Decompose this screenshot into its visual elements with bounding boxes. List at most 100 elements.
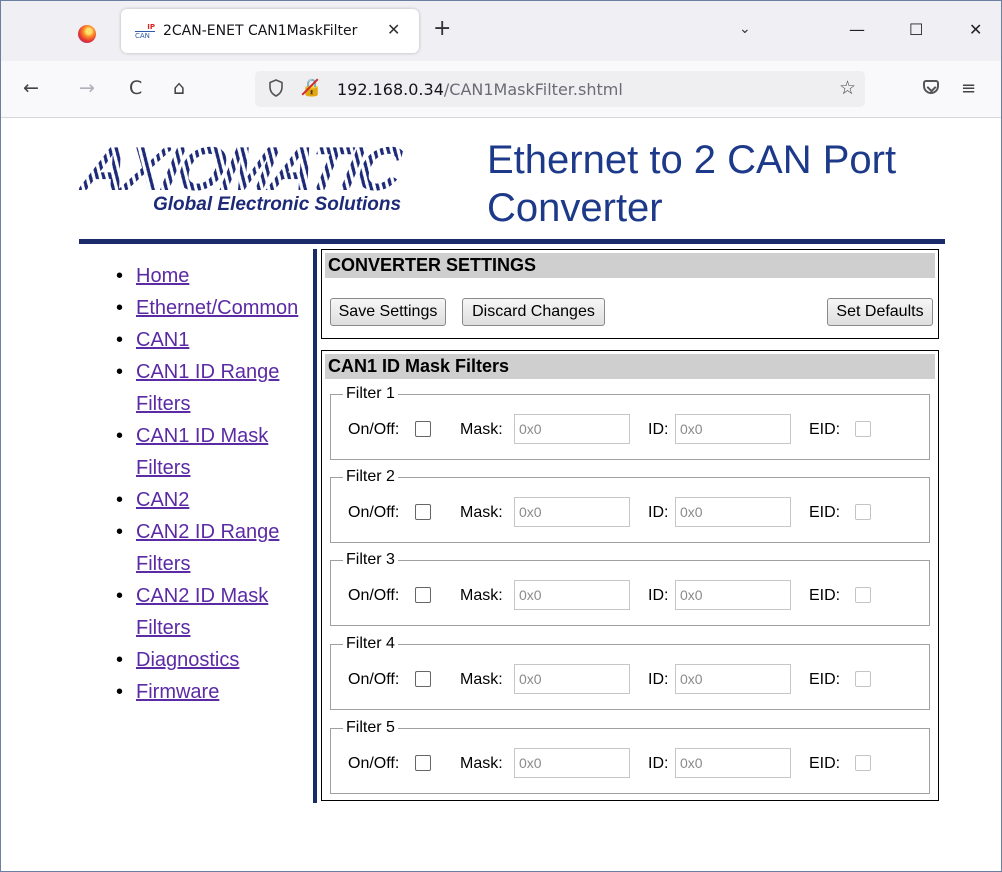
lock-insecure-icon[interactable]: 🔒 [301, 78, 322, 98]
eid-label: EID: [809, 504, 841, 521]
menu-item-home: Home [113, 260, 313, 292]
filter-legend: Filter 3 [343, 551, 398, 569]
filter-fieldset: Filter 3 On/Off: Mask: 0x0 ID: 0x0 EID: [330, 551, 930, 626]
converter-settings-panel: CONVERTER SETTINGS Save Settings Discard… [321, 249, 939, 339]
id-input[interactable]: 0x0 [675, 414, 791, 444]
axiomatic-logo: AXIOMATIC Global Electronic Solutions [75, 135, 407, 215]
onoff-checkbox[interactable] [415, 755, 431, 771]
filter-legend: Filter 1 [343, 385, 398, 403]
menu-link[interactable]: CAN1 ID Mask Filters [136, 425, 268, 479]
mask-input[interactable]: 0x0 [514, 748, 630, 778]
navigation-toolbar: ← → C ⌂ 🔒 192.168.0.34/CAN1MaskFilter.sh… [1, 61, 1001, 118]
onoff-checkbox[interactable] [415, 587, 431, 603]
onoff-label: On/Off: [348, 587, 400, 604]
menu-item-firmware: Firmware [113, 676, 313, 708]
sidebar-menu: Home Ethernet/Common CAN1 CAN1 ID Range … [113, 260, 313, 708]
discard-changes-button[interactable]: Discard Changes [462, 298, 605, 326]
filter-legend: Filter 5 [343, 719, 398, 737]
menu-link[interactable]: Home [136, 265, 189, 287]
menu-link[interactable]: Firmware [136, 681, 219, 703]
eid-checkbox[interactable] [855, 421, 871, 437]
filter-fieldset: Filter 1 On/Off: Mask: 0x0 ID: 0x0 EID: [330, 385, 930, 460]
menu-link[interactable]: CAN2 [136, 489, 189, 511]
menu-link[interactable]: CAN1 [136, 329, 189, 351]
star-icon[interactable]: ☆ [839, 77, 856, 99]
hamburger-icon[interactable]: ≡ [961, 78, 976, 99]
menu-link[interactable]: Diagnostics [136, 649, 239, 671]
eid-label: EID: [809, 755, 841, 772]
eid-label: EID: [809, 671, 841, 688]
reload-icon[interactable]: C [129, 78, 142, 98]
id-input[interactable]: 0x0 [675, 748, 791, 778]
maximize-button[interactable]: ☐ [909, 21, 923, 39]
menu-item-ethernet-common: Ethernet/Common [113, 292, 313, 324]
id-label: ID: [648, 421, 669, 438]
menu-link[interactable]: Ethernet/Common [136, 297, 298, 319]
mask-label: Mask: [460, 587, 503, 604]
id-input[interactable]: 0x0 [675, 497, 791, 527]
set-defaults-button[interactable]: Set Defaults [827, 298, 933, 326]
id-label: ID: [648, 671, 669, 688]
filter-fieldset: Filter 5 On/Off: Mask: 0x0 ID: 0x0 EID: [330, 719, 930, 794]
mask-label: Mask: [460, 671, 503, 688]
back-icon[interactable]: ← [23, 78, 39, 98]
onoff-label: On/Off: [348, 421, 400, 438]
onoff-label: On/Off: [348, 755, 400, 772]
can1-mask-filters-panel: CAN1 ID Mask Filters Filter 1 On/Off: Ma… [321, 350, 939, 801]
eid-checkbox[interactable] [855, 587, 871, 603]
id-input[interactable]: 0x0 [675, 664, 791, 694]
header-divider [79, 239, 945, 244]
menu-item-can1: CAN1 [113, 324, 313, 356]
onoff-checkbox[interactable] [415, 504, 431, 520]
menu-item-can2-id-range-filters: CAN2 ID Range Filters [113, 516, 313, 580]
firefox-icon[interactable] [78, 25, 96, 43]
filter-legend: Filter 4 [343, 635, 398, 653]
address-bar[interactable]: 🔒 192.168.0.34/CAN1MaskFilter.shtml ☆ [255, 71, 865, 107]
eid-checkbox[interactable] [855, 755, 871, 771]
logo-tagline: Global Electronic Solutions [153, 194, 402, 215]
can-ip-favicon-icon: IP CAN [135, 23, 155, 40]
menu-link[interactable]: CAN2 ID Mask Filters [136, 585, 268, 639]
mask-label: Mask: [460, 504, 503, 521]
mask-input[interactable]: 0x0 [514, 414, 630, 444]
filter-fieldset: Filter 4 On/Off: Mask: 0x0 ID: 0x0 EID: [330, 635, 930, 710]
close-tab-icon[interactable]: ✕ [387, 20, 400, 39]
menu-link[interactable]: CAN1 ID Range Filters [136, 361, 279, 415]
converter-settings-title: CONVERTER SETTINGS [325, 253, 935, 278]
minimize-button[interactable]: — [849, 21, 865, 39]
mask-input[interactable]: 0x0 [514, 497, 630, 527]
page-content: AXIOMATIC Global Electronic Solutions Et… [1, 118, 1001, 871]
shield-icon[interactable] [269, 79, 283, 97]
mask-input[interactable]: 0x0 [514, 664, 630, 694]
close-window-button[interactable]: ✕ [969, 21, 982, 39]
menu-link[interactable]: CAN2 ID Range Filters [136, 521, 279, 575]
onoff-checkbox[interactable] [415, 421, 431, 437]
forward-icon[interactable]: → [79, 78, 95, 98]
id-label: ID: [648, 587, 669, 604]
eid-checkbox[interactable] [855, 671, 871, 687]
menu-item-can1-id-range-filters: CAN1 ID Range Filters [113, 356, 313, 420]
id-label: ID: [648, 755, 669, 772]
menu-item-can2: CAN2 [113, 484, 313, 516]
eid-checkbox[interactable] [855, 504, 871, 520]
menu-item-can2-id-mask-filters: CAN2 ID Mask Filters [113, 580, 313, 644]
list-all-tabs-icon[interactable]: ⌄ [739, 21, 751, 37]
new-tab-button[interactable]: + [433, 18, 451, 40]
sidebar-divider [313, 249, 317, 803]
tab-title: 2CAN-ENET CAN1MaskFilter [163, 23, 358, 39]
pocket-icon[interactable] [923, 80, 939, 94]
menu-item-diagnostics: Diagnostics [113, 644, 313, 676]
save-settings-button[interactable]: Save Settings [330, 298, 446, 326]
home-icon[interactable]: ⌂ [173, 78, 185, 98]
url-text[interactable]: 192.168.0.34/CAN1MaskFilter.shtml [337, 80, 623, 99]
filter-legend: Filter 2 [343, 468, 398, 486]
onoff-checkbox[interactable] [415, 671, 431, 687]
page-title: Ethernet to 2 CAN Port Converter [487, 138, 897, 230]
browser-tab[interactable]: IP CAN 2CAN-ENET CAN1MaskFilter ✕ [121, 9, 419, 53]
id-input[interactable]: 0x0 [675, 580, 791, 610]
mask-filters-title: CAN1 ID Mask Filters [325, 354, 935, 379]
eid-label: EID: [809, 587, 841, 604]
filter-fieldset: Filter 2 On/Off: Mask: 0x0 ID: 0x0 EID: [330, 468, 930, 543]
mask-input[interactable]: 0x0 [514, 580, 630, 610]
tab-strip: IP CAN 2CAN-ENET CAN1MaskFilter ✕ + ⌄ — … [1, 1, 1001, 61]
